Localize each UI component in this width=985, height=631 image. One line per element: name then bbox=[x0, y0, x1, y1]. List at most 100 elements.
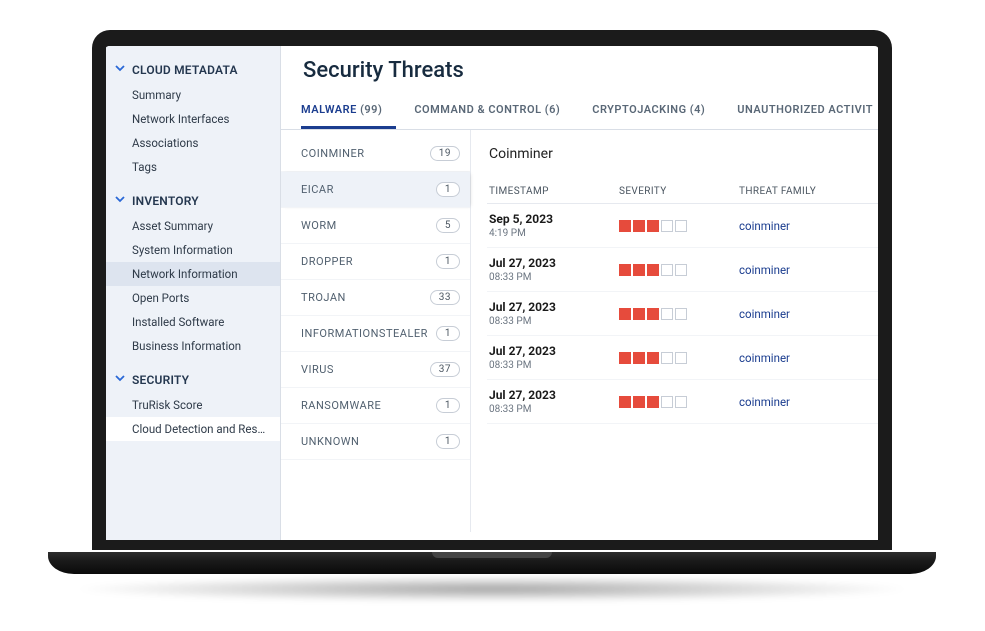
category-count: 1 bbox=[436, 326, 460, 341]
tabs: MALWARE (99) COMMAND & CONTROL (6) CRYPT… bbox=[281, 95, 878, 130]
sidebar-item-business-information[interactable]: Business Information bbox=[106, 334, 280, 358]
category-item-dropper[interactable]: DROPPER 1 bbox=[281, 244, 470, 280]
col-header-timestamp[interactable]: TIMESTAMP bbox=[489, 186, 619, 197]
tab-cryptojacking[interactable]: CRYPTOJACKING (4) bbox=[592, 95, 719, 129]
category-item-unknown[interactable]: UNKNOWN 1 bbox=[281, 424, 470, 460]
category-item-informationstealer[interactable]: INFORMATIONSTEALER 1 bbox=[281, 316, 470, 352]
tab-label: UNAUTHORIZED ACTIVIT bbox=[737, 103, 873, 116]
table-row[interactable]: Jul 27, 2023 08:33 PM coinminer bbox=[487, 336, 878, 380]
category-label: DROPPER bbox=[301, 255, 353, 268]
category-count: 1 bbox=[436, 182, 460, 197]
table-row[interactable]: Jul 27, 202308:33 PM coinminer bbox=[487, 380, 878, 424]
section-header-cloud-metadata[interactable]: CLOUD METADATA bbox=[106, 56, 280, 83]
section-header-inventory[interactable]: INVENTORY bbox=[106, 187, 280, 214]
sidebar-section-security: SECURITY TruRisk Score Cloud Detection a… bbox=[106, 360, 280, 443]
category-count: 33 bbox=[430, 290, 460, 305]
tab-label: CRYPTOJACKING bbox=[592, 103, 686, 116]
category-count: 1 bbox=[436, 398, 460, 413]
category-item-trojan[interactable]: TROJAN 33 bbox=[281, 280, 470, 316]
sidebar-item-summary[interactable]: Summary bbox=[106, 83, 280, 107]
sidebar-item-installed-software[interactable]: Installed Software bbox=[106, 310, 280, 334]
sidebar: CLOUD METADATA Summary Network Interface… bbox=[106, 46, 281, 540]
category-count: 1 bbox=[436, 254, 460, 269]
category-item-coinminer[interactable]: COINMINER 19 bbox=[281, 136, 470, 172]
section-title: INVENTORY bbox=[132, 194, 199, 208]
detail-title: Coinminer bbox=[487, 138, 878, 180]
category-item-ransomware[interactable]: RANSOMWARE 1 bbox=[281, 388, 470, 424]
sidebar-item-system-information[interactable]: System Information bbox=[106, 238, 280, 262]
tab-command-control[interactable]: COMMAND & CONTROL (6) bbox=[414, 95, 574, 129]
category-count: 1 bbox=[436, 434, 460, 449]
cell-timestamp: Jul 27, 2023 08:33 PM bbox=[489, 256, 619, 283]
cell-threat-family[interactable]: coinminer bbox=[739, 219, 878, 233]
cell-timestamp: Sep 5, 2023 4:19 PM bbox=[489, 212, 619, 239]
timestamp-date: Jul 27, 2023 bbox=[489, 300, 619, 314]
severity-indicator bbox=[619, 352, 739, 364]
table-row[interactable]: Sep 5, 2023 4:19 PM coinminer bbox=[487, 204, 878, 248]
category-count: 37 bbox=[430, 362, 460, 377]
cell-threat-family[interactable]: coinminer bbox=[739, 263, 878, 277]
cell-threat-family[interactable]: coinminer bbox=[739, 395, 878, 409]
cell-timestamp: Jul 27, 202308:33 PM bbox=[489, 388, 619, 415]
sidebar-section-inventory: INVENTORY Asset Summary System Informati… bbox=[106, 181, 280, 360]
category-item-virus[interactable]: VIRUS 37 bbox=[281, 352, 470, 388]
category-label: UNKNOWN bbox=[301, 435, 359, 448]
timestamp-time: 08:33 PM bbox=[489, 316, 619, 327]
category-count: 5 bbox=[436, 218, 460, 233]
table-header: TIMESTAMP SEVERITY THREAT FAMILY bbox=[487, 180, 878, 204]
sidebar-item-asset-summary[interactable]: Asset Summary bbox=[106, 214, 280, 238]
timestamp-time: 08:33 PM bbox=[489, 360, 619, 371]
chevron-down-icon bbox=[114, 372, 126, 387]
category-item-worm[interactable]: WORM 5 bbox=[281, 208, 470, 244]
category-label: RANSOMWARE bbox=[301, 399, 381, 412]
cell-timestamp: Jul 27, 2023 08:33 PM bbox=[489, 344, 619, 371]
sidebar-item-network-information[interactable]: Network Information bbox=[106, 262, 280, 286]
chevron-down-icon bbox=[114, 193, 126, 208]
category-label: COINMINER bbox=[301, 147, 365, 160]
severity-indicator bbox=[619, 396, 739, 408]
sidebar-item-tags[interactable]: Tags bbox=[106, 155, 280, 179]
cell-threat-family[interactable]: coinminer bbox=[739, 351, 878, 365]
tab-unauthorized-activity[interactable]: UNAUTHORIZED ACTIVIT bbox=[737, 95, 878, 129]
sidebar-section-cloud-metadata: CLOUD METADATA Summary Network Interface… bbox=[106, 50, 280, 181]
tab-malware[interactable]: MALWARE (99) bbox=[301, 95, 396, 129]
cell-timestamp: Jul 27, 2023 08:33 PM bbox=[489, 300, 619, 327]
table-row[interactable]: Jul 27, 2023 08:33 PM coinminer bbox=[487, 248, 878, 292]
category-item-eicar[interactable]: EICAR 1 bbox=[281, 172, 470, 208]
tab-count: (4) bbox=[690, 103, 705, 116]
table-row[interactable]: Jul 27, 2023 08:33 PM coinminer bbox=[487, 292, 878, 336]
severity-indicator bbox=[619, 220, 739, 232]
timestamp-date: Jul 27, 2023 bbox=[489, 256, 619, 270]
cell-severity bbox=[619, 396, 739, 408]
section-header-security[interactable]: SECURITY bbox=[106, 366, 280, 393]
cell-severity bbox=[619, 220, 739, 232]
cell-severity bbox=[619, 264, 739, 276]
category-label: VIRUS bbox=[301, 363, 334, 376]
section-title: CLOUD METADATA bbox=[132, 63, 238, 77]
timestamp-date: Jul 27, 2023 bbox=[489, 344, 619, 358]
tab-label: MALWARE bbox=[301, 103, 357, 116]
timestamp-time: 4:19 PM bbox=[489, 228, 619, 239]
category-count: 19 bbox=[430, 146, 460, 161]
main-panel: Security Threats MALWARE (99) COMMAND & … bbox=[281, 46, 878, 540]
chevron-down-icon bbox=[114, 62, 126, 77]
sidebar-item-open-ports[interactable]: Open Ports bbox=[106, 286, 280, 310]
cell-severity bbox=[619, 352, 739, 364]
sidebar-item-network-interfaces[interactable]: Network Interfaces bbox=[106, 107, 280, 131]
sidebar-item-trurisk-score[interactable]: TruRisk Score bbox=[106, 393, 280, 417]
cell-threat-family[interactable]: coinminer bbox=[739, 307, 878, 321]
cell-severity bbox=[619, 308, 739, 320]
severity-indicator bbox=[619, 264, 739, 276]
category-label: WORM bbox=[301, 219, 337, 232]
col-header-threat-family[interactable]: THREAT FAMILY bbox=[739, 186, 878, 197]
category-label: INFORMATIONSTEALER bbox=[301, 327, 428, 340]
app-root: CLOUD METADATA Summary Network Interface… bbox=[106, 46, 878, 540]
timestamp-date: Sep 5, 2023 bbox=[489, 212, 619, 226]
timestamp-time: 08:33 PM bbox=[489, 272, 619, 283]
category-label: TROJAN bbox=[301, 291, 346, 304]
timestamp-date: Jul 27, 2023 bbox=[489, 388, 619, 402]
sidebar-item-cloud-detection-response[interactable]: Cloud Detection and Respon… bbox=[106, 417, 280, 441]
category-list: COINMINER 19 EICAR 1 WORM 5 DROPPER bbox=[281, 130, 471, 532]
sidebar-item-associations[interactable]: Associations bbox=[106, 131, 280, 155]
col-header-severity[interactable]: SEVERITY bbox=[619, 186, 739, 197]
